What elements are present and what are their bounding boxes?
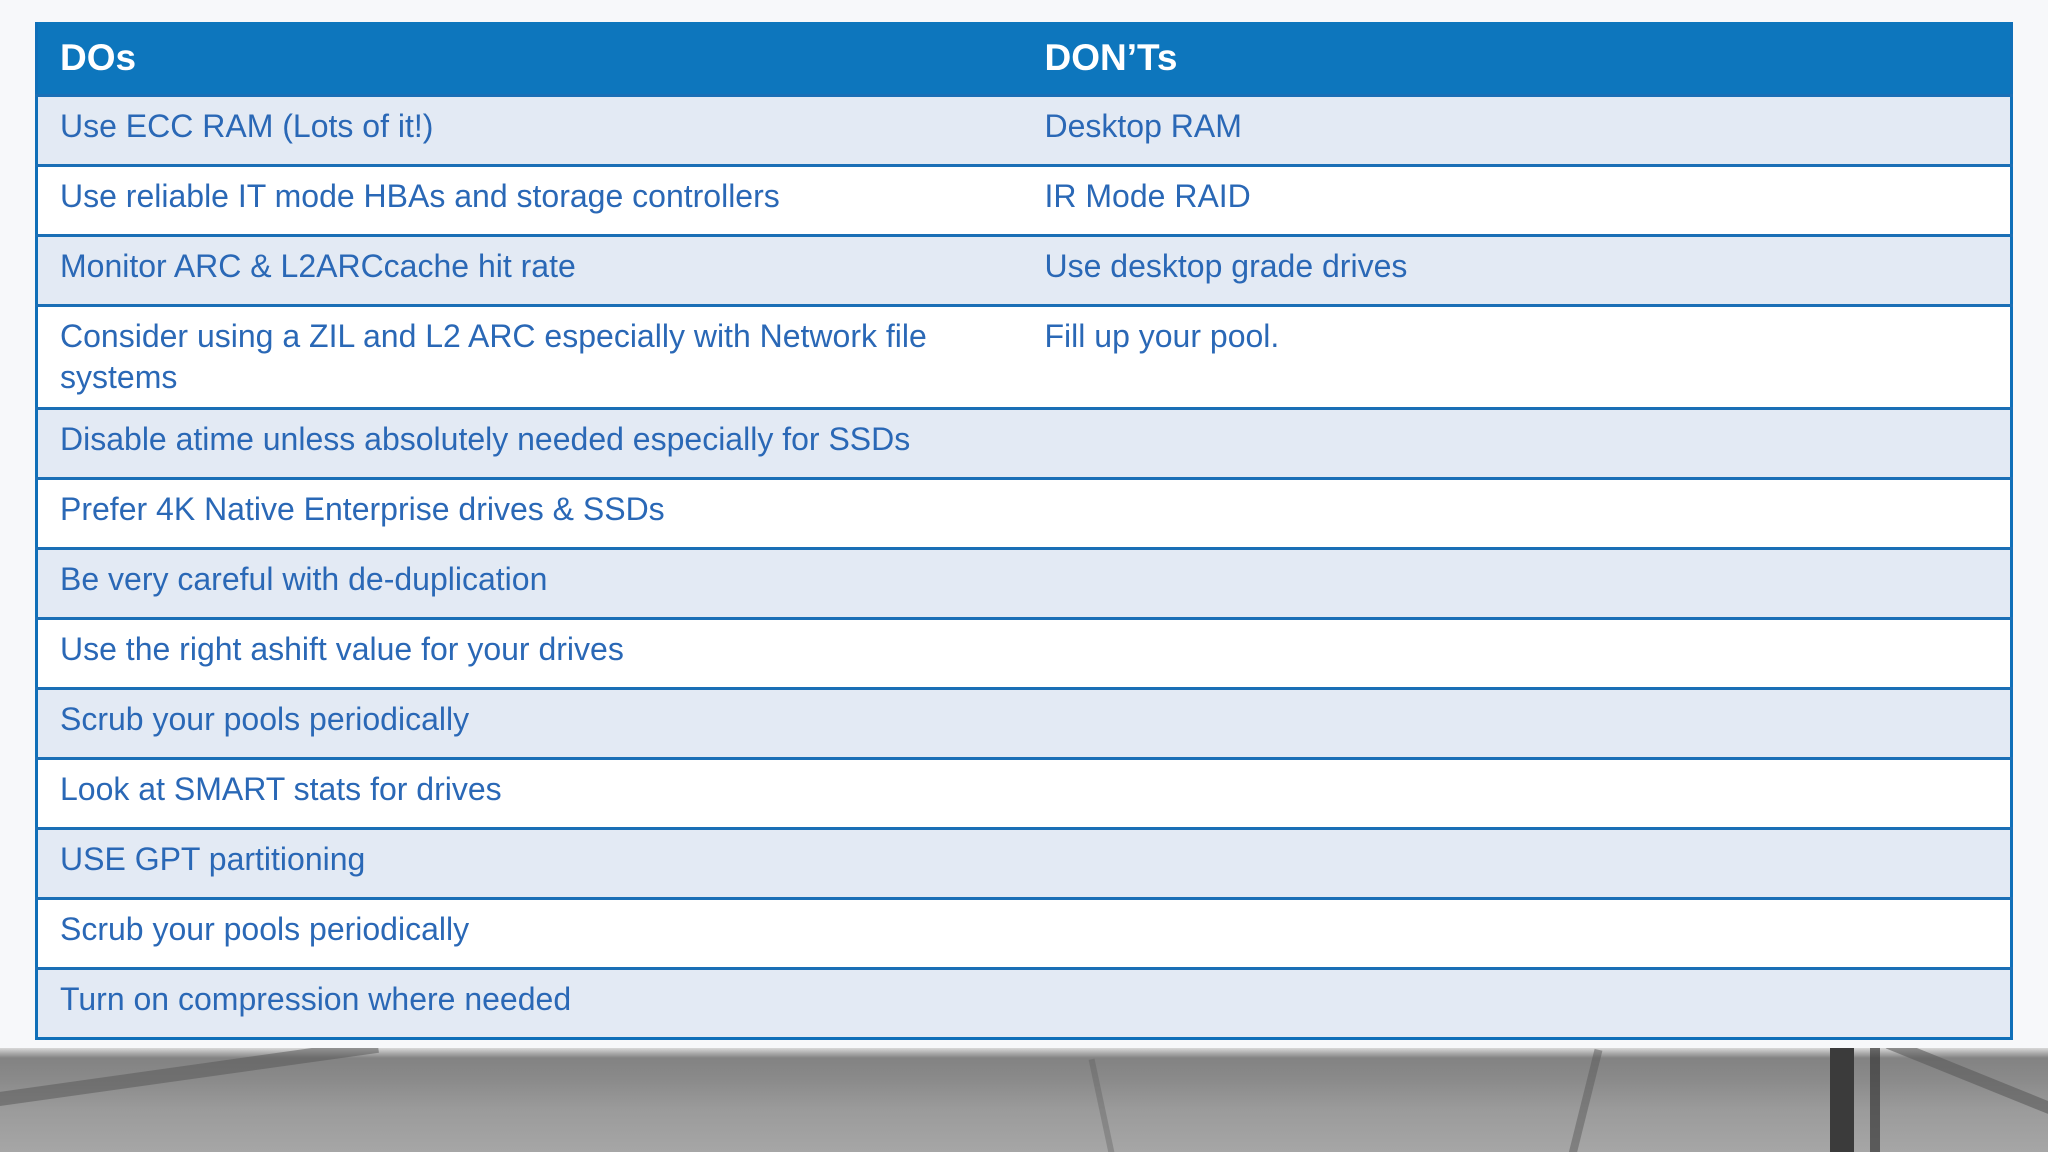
table-row: Prefer 4K Native Enterprise drives & SSD… <box>36 476 2012 548</box>
do-cell: Scrub your pools periodically <box>36 896 1023 968</box>
photo-post <box>1870 1048 1880 1152</box>
dont-cell <box>1022 406 2012 478</box>
dont-cell <box>1022 546 2012 618</box>
table-row: Be very careful with de-duplication <box>36 546 2012 618</box>
do-cell: Use the right ashift value for your driv… <box>36 616 1023 688</box>
table-row: Use reliable IT mode HBAs and storage co… <box>36 163 2012 235</box>
table-row: USE GPT partitioning <box>36 826 2012 898</box>
do-cell: Scrub your pools periodically <box>36 686 1023 758</box>
table-row: Use the right ashift value for your driv… <box>36 616 2012 688</box>
do-cell: Prefer 4K Native Enterprise drives & SSD… <box>36 476 1023 548</box>
table-row: Scrub your pools periodically <box>36 686 2012 758</box>
table-row: Look at SMART stats for drives <box>36 756 2012 828</box>
do-cell: Use reliable IT mode HBAs and storage co… <box>36 163 1023 235</box>
table-row: Turn on compression where needed <box>36 966 2012 1038</box>
header-donts: DON’Ts <box>1044 36 1178 78</box>
dont-cell: IR Mode RAID <box>1022 163 2012 235</box>
dont-cell: Fill up your pool. <box>1022 303 2012 408</box>
dont-cell <box>1022 826 2012 898</box>
table-row: Disable atime unless absolutely needed e… <box>36 406 2012 478</box>
dont-cell <box>1022 616 2012 688</box>
table-row: Consider using a ZIL and L2 ARC especial… <box>36 303 2012 408</box>
table-row: Monitor ARC & L2ARCcache hit rate Use de… <box>36 233 2012 305</box>
dont-cell <box>1022 686 2012 758</box>
dont-cell <box>1022 966 2012 1038</box>
header-row: DOs DON’Ts <box>36 22 2012 95</box>
dos-donts-table-container: DOs DON’Ts Use ECC RAM (Lots of it!) Des… <box>35 22 2013 1040</box>
photo-beam <box>1088 1058 1118 1152</box>
do-cell: Use ECC RAM (Lots of it!) <box>36 93 1023 165</box>
table-row: Use ECC RAM (Lots of it!) Desktop RAM <box>36 93 2012 165</box>
dont-cell <box>1022 476 2012 548</box>
do-cell: Monitor ARC & L2ARCcache hit rate <box>36 233 1023 305</box>
photo-beam <box>1565 1048 1603 1152</box>
table-header: DOs DON’Ts <box>36 22 2012 95</box>
table-body: Use ECC RAM (Lots of it!) Desktop RAM Us… <box>36 93 2012 1038</box>
do-cell: USE GPT partitioning <box>36 826 1023 898</box>
dos-donts-table: DOs DON’Ts Use ECC RAM (Lots of it!) Des… <box>35 22 2013 1040</box>
dont-cell: Desktop RAM <box>1022 93 2012 165</box>
photo-post <box>1830 1048 1854 1152</box>
photo-beam <box>1885 1048 2048 1131</box>
slide: DOs DON’Ts Use ECC RAM (Lots of it!) Des… <box>0 0 2048 1152</box>
do-cell: Look at SMART stats for drives <box>36 756 1023 828</box>
dont-cell: Use desktop grade drives <box>1022 233 2012 305</box>
do-cell: Disable atime unless absolutely needed e… <box>36 406 1023 478</box>
dont-cell <box>1022 896 2012 968</box>
dont-cell <box>1022 756 2012 828</box>
do-cell: Be very careful with de-duplication <box>36 546 1023 618</box>
do-cell: Consider using a ZIL and L2 ARC especial… <box>36 303 1023 408</box>
header-dos: DOs <box>60 36 137 78</box>
table-row: Scrub your pools periodically <box>36 896 2012 968</box>
background-photo-strip <box>0 1048 2048 1152</box>
do-cell: Turn on compression where needed <box>36 966 1023 1038</box>
